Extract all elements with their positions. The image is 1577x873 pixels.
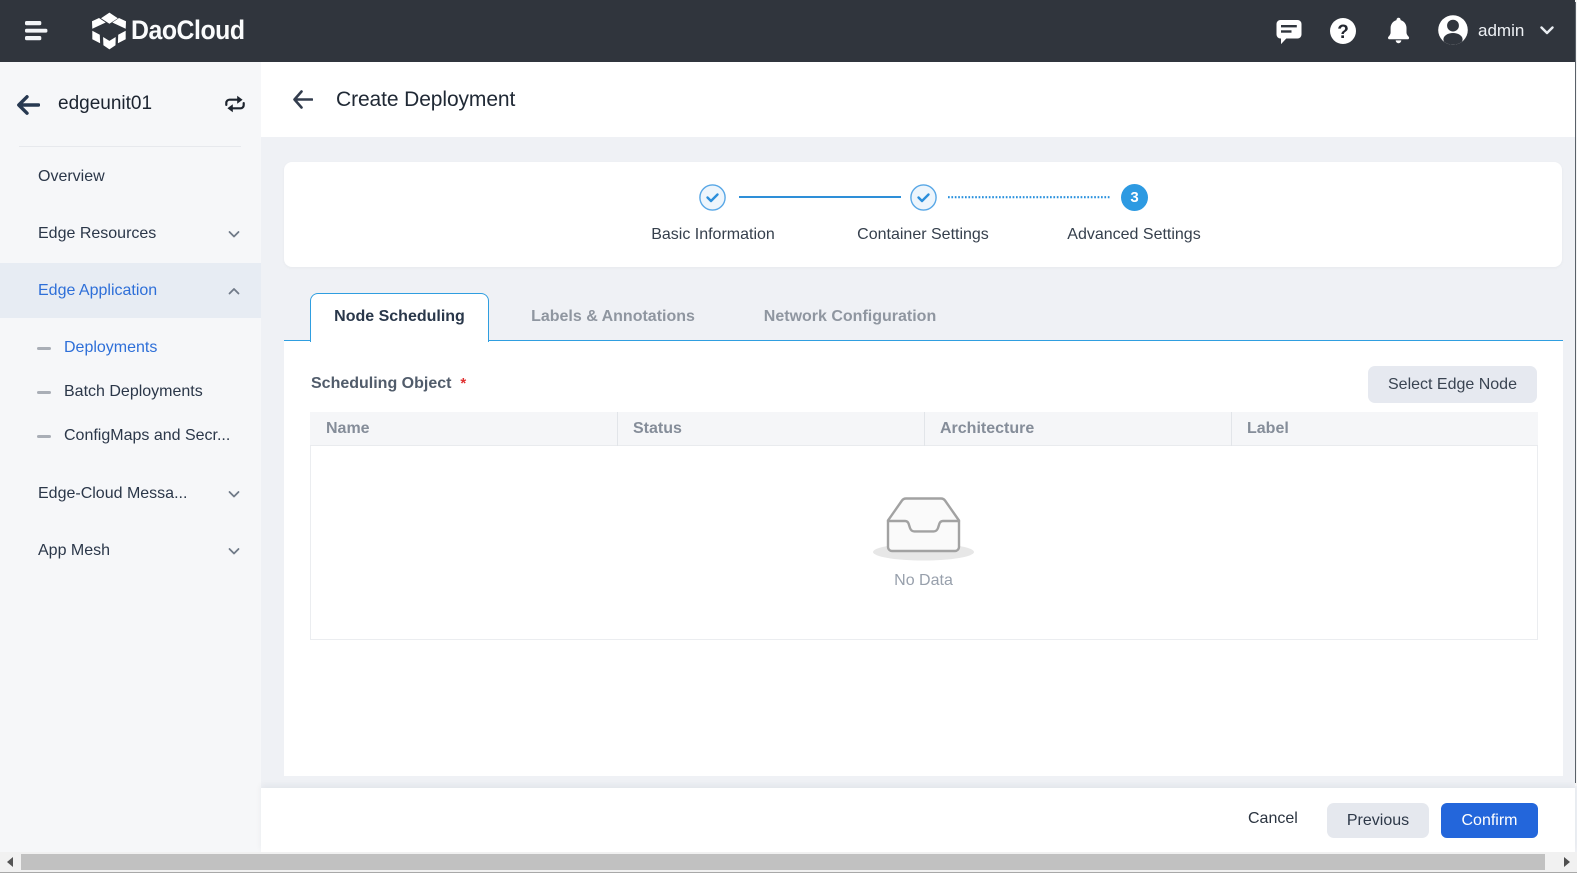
svg-text:?: ? bbox=[1337, 22, 1349, 43]
